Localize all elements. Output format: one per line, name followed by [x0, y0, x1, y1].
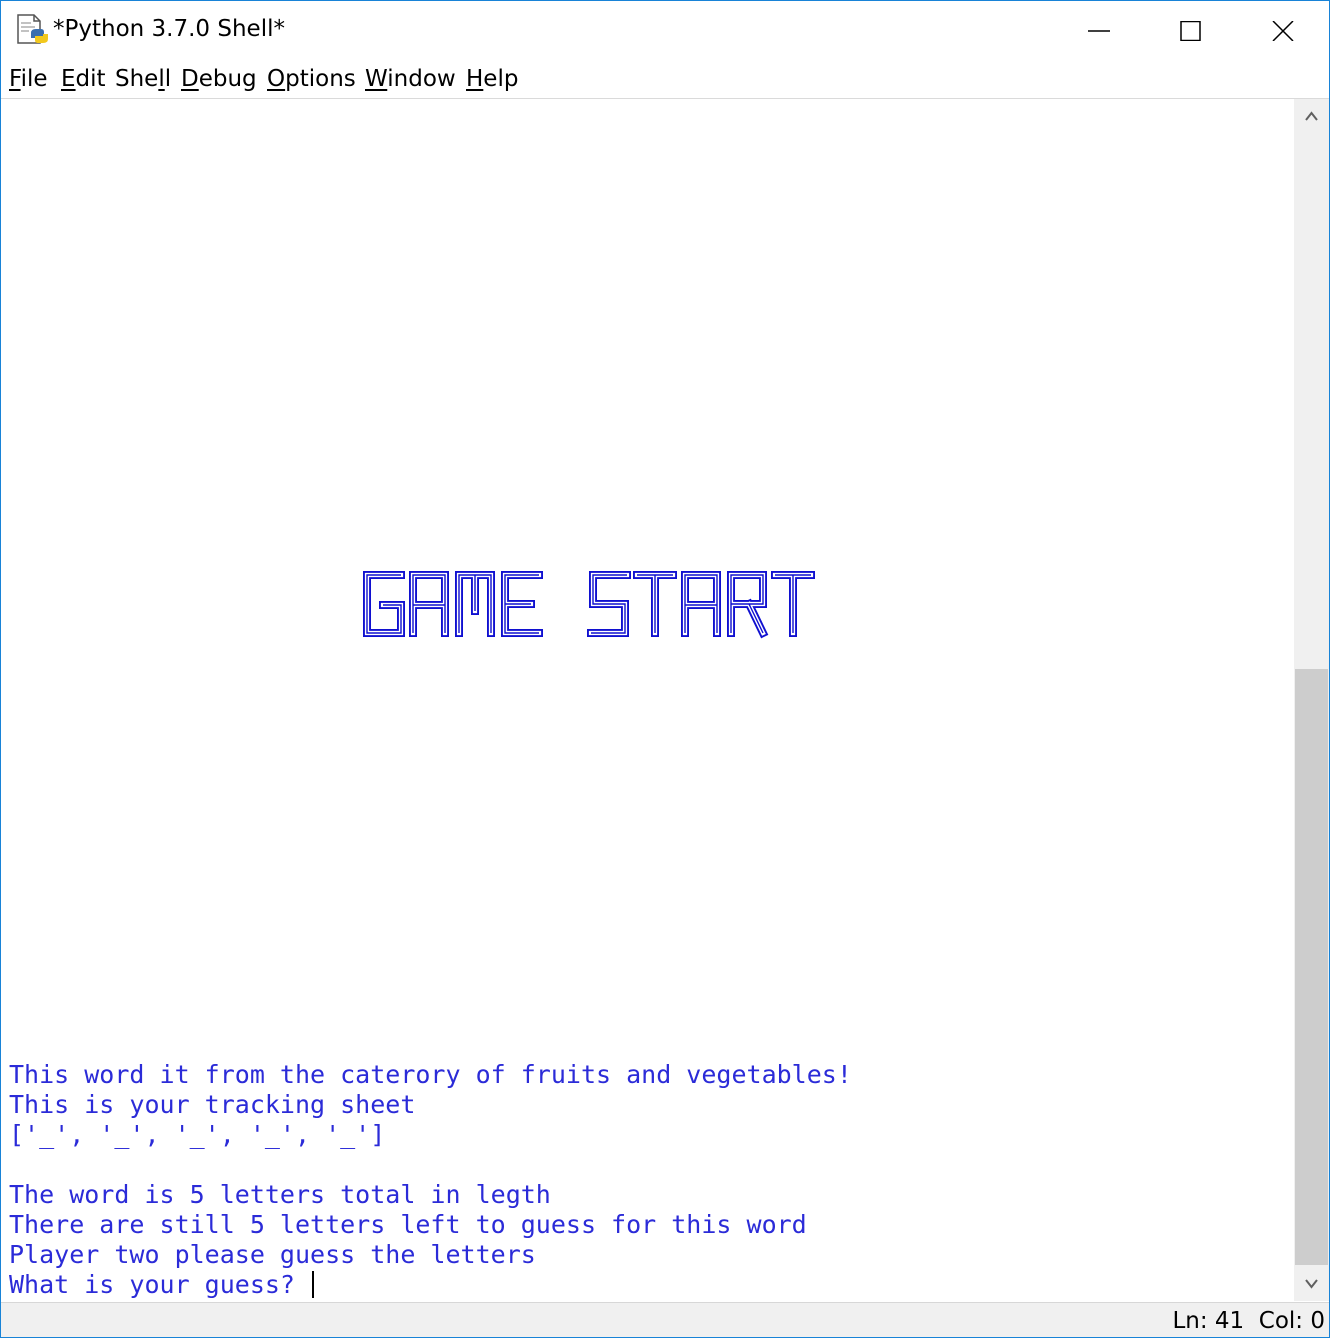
- title-bar[interactable]: *Python 3.7.0 Shell*: [1, 1, 1329, 61]
- input-prompt-line[interactable]: What is your guess?: [9, 1270, 315, 1300]
- vertical-scrollbar[interactable]: [1294, 99, 1329, 1301]
- banner-letter-t: [633, 571, 677, 637]
- banner-letter-t: [771, 571, 815, 637]
- scroll-up-button[interactable]: [1294, 99, 1329, 133]
- banner-letter-m: [455, 571, 495, 637]
- minimize-button[interactable]: [1052, 1, 1144, 61]
- text-cursor: [312, 1271, 315, 1298]
- output-category-line: This word it from the caterory of fruits…: [9, 1060, 852, 1089]
- banner-letter-g: [363, 571, 405, 637]
- window-title: *Python 3.7.0 Shell*: [53, 16, 285, 42]
- menu-options[interactable]: Options: [267, 66, 356, 92]
- status-bar: Ln: 41 Col: 0: [1, 1302, 1329, 1337]
- menu-shell[interactable]: Shell: [115, 66, 171, 92]
- output-length-line: The word is 5 letters total in legth: [9, 1180, 551, 1209]
- menu-edit[interactable]: Edit: [61, 66, 106, 92]
- output-remaining-line: There are still 5 letters left to guess …: [9, 1210, 807, 1239]
- banner-letter-a: [681, 571, 721, 637]
- output-tracking-line: This is your tracking sheet: [9, 1090, 416, 1119]
- output-player-prompt: Player two please guess the letters: [9, 1240, 536, 1269]
- maximize-icon: [1180, 21, 1201, 41]
- idle-shell-window: *Python 3.7.0 Shell* File Edit Shell Deb…: [0, 0, 1330, 1338]
- close-icon: [1272, 21, 1294, 41]
- input-prompt-text: What is your guess?: [9, 1270, 311, 1299]
- cursor-position-status: Ln: 41 Col: 0: [1172, 1308, 1325, 1334]
- banner-letter-r: [727, 571, 769, 639]
- menu-file[interactable]: File: [9, 66, 48, 92]
- game-start-banner: GAME START: [363, 571, 815, 639]
- output-tracking-sheet: ['_', '_', '_', '_', '_']: [9, 1120, 386, 1149]
- menu-window[interactable]: Window: [365, 66, 456, 92]
- banner-letter-s: [587, 571, 631, 637]
- banner-letter-a: [409, 571, 449, 637]
- banner-letter-e: [501, 571, 543, 637]
- chevron-down-icon: [1305, 1279, 1318, 1289]
- menu-debug[interactable]: Debug: [181, 66, 257, 92]
- menu-help[interactable]: Help: [466, 66, 518, 92]
- scroll-thumb[interactable]: [1295, 669, 1328, 1265]
- python-idle-icon: [17, 14, 48, 44]
- scroll-down-button[interactable]: [1294, 1267, 1329, 1301]
- maximize-button[interactable]: [1144, 1, 1236, 61]
- close-button[interactable]: [1236, 1, 1328, 61]
- minimize-icon: [1088, 30, 1110, 32]
- menu-bar: File Edit Shell Debug Options Window Hel…: [1, 61, 1329, 99]
- chevron-up-icon: [1305, 111, 1318, 121]
- shell-text-area[interactable]: GAME START This word it from the cateror…: [1, 99, 1293, 1301]
